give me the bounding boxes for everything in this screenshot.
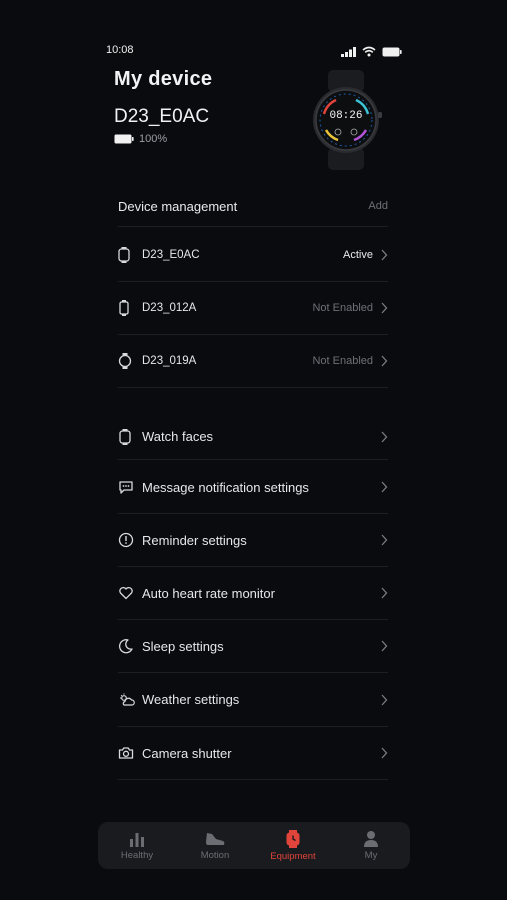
- battery-level: 100%: [114, 133, 167, 145]
- slim-watch-icon: [118, 299, 136, 317]
- page-title: My device: [114, 68, 213, 90]
- settings-label: Weather settings: [142, 692, 240, 707]
- device-status-active: Active: [343, 249, 388, 261]
- status-bar: 10:08: [106, 44, 402, 60]
- watch-face-icon: [118, 428, 136, 446]
- device-screen: 10:08 My device D23_E0AC 100% 08:26 Devi…: [98, 0, 410, 900]
- shoe-icon: [206, 832, 225, 845]
- user-icon: [364, 831, 378, 847]
- chevron-right-icon: [381, 640, 388, 652]
- status-time: 10:08: [106, 44, 134, 56]
- device-status-text: Active: [343, 248, 373, 261]
- settings-label: Watch faces: [142, 429, 214, 444]
- status-icons: [341, 46, 402, 57]
- square-watch-icon: [118, 246, 136, 264]
- chevron-right-icon: [381, 249, 388, 260]
- device-row-d23-012a[interactable]: D23_012A Not Enabled: [118, 282, 388, 335]
- battery-percent: 100%: [139, 133, 168, 145]
- settings-row-message-notification[interactable]: Message notification settings: [118, 461, 388, 514]
- device-name-label: D23_012A: [142, 302, 197, 314]
- round-watch-icon: [118, 352, 136, 370]
- heart-icon: [118, 584, 136, 602]
- settings-label: Message notification settings: [142, 479, 309, 495]
- chevron-right-icon: [381, 481, 388, 493]
- add-device-button[interactable]: Add: [368, 200, 388, 212]
- device-name-label: D23_019A: [142, 355, 197, 367]
- message-icon: [118, 478, 136, 496]
- tab-label: Equipment: [270, 850, 316, 862]
- device-row-d23-e0ac[interactable]: D23_E0AC Active: [118, 228, 388, 282]
- battery-status-icon: [382, 47, 402, 56]
- tab-label: Motion: [200, 849, 230, 861]
- device-row-d23-019a[interactable]: D23_019A Not Enabled: [118, 335, 388, 388]
- settings-label: Sleep settings: [142, 638, 224, 654]
- chevron-right-icon: [381, 355, 388, 367]
- battery-icon: [114, 134, 134, 144]
- device-management-label: Device management: [118, 198, 238, 214]
- tab-equipment[interactable]: Equipment: [257, 829, 329, 862]
- moon-icon: [118, 637, 136, 655]
- chevron-right-icon: [381, 431, 388, 442]
- chevron-right-icon: [381, 694, 388, 705]
- reminder-icon: [118, 531, 136, 549]
- tab-my[interactable]: My: [335, 830, 407, 861]
- chart-icon: [130, 832, 144, 847]
- device-status-inactive: Not Enabled: [312, 302, 388, 314]
- chevron-right-icon: [381, 302, 388, 314]
- settings-label: Camera shutter: [142, 745, 232, 761]
- tab-motion[interactable]: Motion: [179, 831, 251, 861]
- tab-label: My: [364, 850, 378, 861]
- signal-icon: [341, 46, 356, 57]
- tab-healthy[interactable]: Healthy: [101, 831, 173, 861]
- settings-row-reminder[interactable]: Reminder settings: [118, 514, 388, 567]
- watch-icon: [286, 829, 300, 848]
- watch-time: 08:26: [329, 110, 362, 122]
- watch-image: 08:26: [313, 70, 382, 170]
- wifi-icon: [362, 46, 376, 57]
- settings-row-heart-rate[interactable]: Auto heart rate monitor: [118, 567, 388, 620]
- device-status-inactive: Not Enabled: [312, 355, 388, 367]
- bottom-tab-bar: Healthy Motion Equipment My: [98, 822, 410, 869]
- tab-label: Healthy: [120, 849, 154, 861]
- settings-label: Auto heart rate monitor: [142, 585, 275, 601]
- chevron-right-icon: [381, 747, 388, 759]
- device-status-text: Not Enabled: [312, 302, 373, 314]
- settings-row-watch-faces[interactable]: Watch faces: [118, 414, 388, 460]
- settings-label: Reminder settings: [142, 532, 247, 548]
- device-name-label: D23_E0AC: [142, 248, 200, 261]
- chevron-right-icon: [381, 587, 388, 599]
- settings-row-weather[interactable]: Weather settings: [118, 673, 388, 727]
- weather-icon: [118, 691, 136, 709]
- camera-icon: [118, 744, 136, 762]
- chevron-right-icon: [381, 534, 388, 546]
- device-status-text: Not Enabled: [312, 355, 373, 367]
- device-name: D23_E0AC: [114, 106, 210, 127]
- settings-row-sleep[interactable]: Sleep settings: [118, 620, 388, 673]
- device-management-row: Device management Add: [118, 186, 388, 227]
- settings-row-camera[interactable]: Camera shutter: [118, 727, 388, 780]
